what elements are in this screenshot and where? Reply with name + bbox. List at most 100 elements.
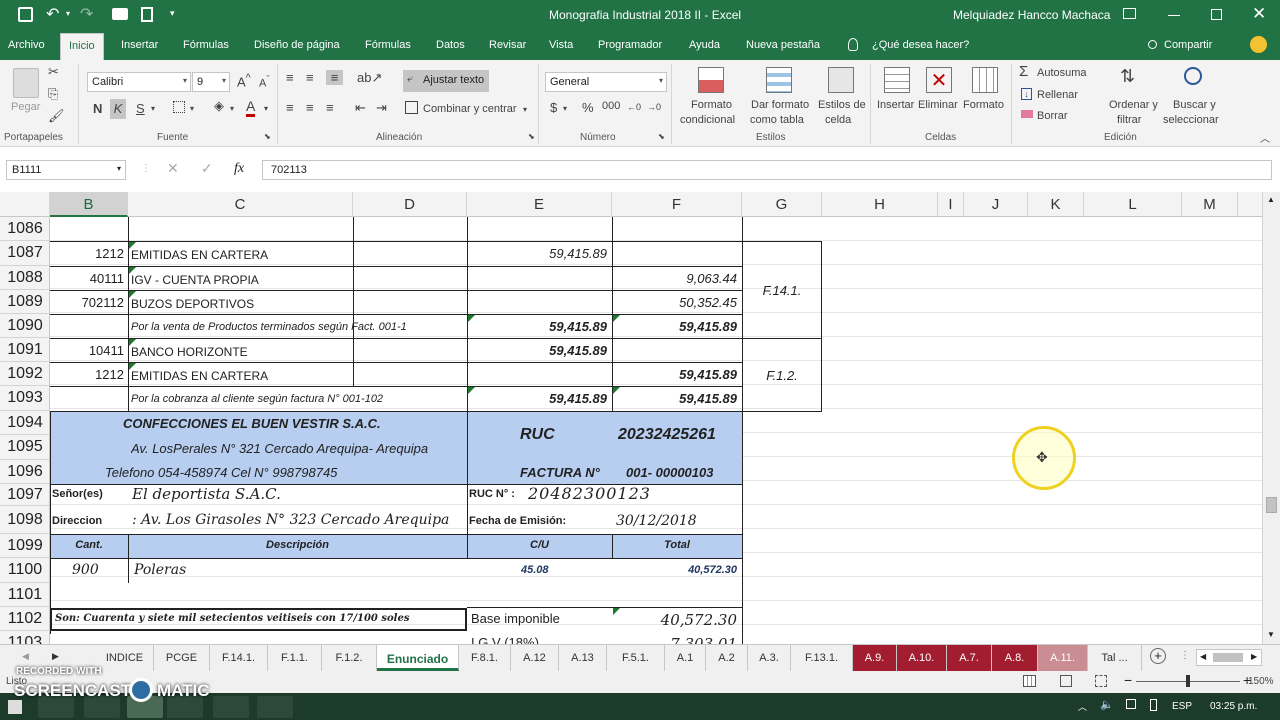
sheet-tab-red[interactable]: A.7. [947,645,992,671]
name-box[interactable]: B1111 ▾ [6,160,126,180]
fill-color-dropdown-icon[interactable]: ▾ [230,104,234,113]
invoice-ruc2[interactable]: 20482300123 [528,484,651,503]
invoice-address[interactable]: Av. LosPerales N° 321 Cercado Arequipa- … [131,441,467,456]
number-dialog-launcher-icon[interactable]: ⬊ [658,132,665,141]
autosum-button[interactable]: Autosuma [1037,67,1087,79]
paste-button[interactable]: Pegar [11,101,40,113]
accounting-format-icon[interactable]: $ [550,100,557,115]
cell-styles-button[interactable]: Estilos de [818,99,866,111]
invoice-senores[interactable]: El deportista S.A.C. [132,485,467,503]
tab-revisar[interactable]: Revisar [489,39,526,51]
row-header[interactable]: 1092 [0,362,49,386]
tab-programador[interactable]: Programador [598,39,662,51]
invoice-item-total[interactable]: 40,572.30 [616,564,737,576]
underline-dropdown-icon[interactable]: ▾ [151,104,155,113]
sort-filter-button[interactable]: Ordenar y [1109,99,1158,111]
row-header[interactable]: 1095 [0,435,49,460]
sheet-tab[interactable]: F.5.1. [607,645,665,671]
ledger-debe[interactable]: 59,415.89 [470,246,607,261]
column-header-g[interactable]: G [742,192,822,217]
column-header-c[interactable]: C [128,192,353,217]
taskbar-recorder[interactable] [257,696,293,718]
alignment-dialog-launcher-icon[interactable]: ⬊ [528,132,535,141]
tray-network-icon[interactable] [1126,699,1136,709]
ledger-haber-total[interactable]: 59,415.89 [616,391,737,406]
ledger-code[interactable]: 40111 [50,271,124,286]
page-break-icon[interactable] [1095,675,1107,687]
ledger-desc[interactable]: BUZOS DEPORTIVOS [131,297,351,311]
sheet-tab-active[interactable]: Enunciado [377,645,459,671]
open-folder-icon[interactable] [112,8,128,20]
ledger-glosa[interactable]: Por la venta de Productos terminados seg… [131,321,467,333]
clipboard-icon[interactable] [13,68,39,98]
ledger-glosa[interactable]: Por la cobranza al cliente según factura… [131,393,467,405]
page-layout-icon[interactable] [1060,675,1072,687]
column-header-l[interactable]: L [1084,192,1182,217]
clear-icon[interactable] [1021,110,1033,118]
save-icon[interactable] [18,7,33,22]
invoice-son[interactable]: Son: Cuarenta y siete mil setecientos ve… [55,613,465,624]
sheet-tab-red[interactable]: A.9. [853,645,897,671]
ledger-code[interactable]: 10411 [50,343,124,358]
ribbon-display-icon[interactable] [1123,8,1136,19]
font-name-combo[interactable]: Calibri ▾ [87,72,191,92]
scroll-down-icon[interactable]: ▼ [1267,630,1275,639]
sheet-tab[interactable]: A.13 [559,645,607,671]
format-painter-icon[interactable]: 🖌 [48,108,65,124]
row-header[interactable]: 1093 [0,386,49,411]
normal-view-icon[interactable] [1023,675,1036,687]
tab-scroll-right-icon[interactable]: ▶ [52,651,59,662]
tab-diseno-pagina[interactable]: Diseño de página [254,39,340,51]
delete-cells-button[interactable]: Eliminar [918,99,958,111]
align-right-icon[interactable]: ≡ [326,100,334,115]
font-size-combo[interactable]: 9 ▾ [192,72,230,92]
row-header[interactable]: 1089 [0,290,49,314]
horizontal-scroll-thumb[interactable] [1213,653,1243,662]
borders-dropdown-icon[interactable]: ▾ [190,104,194,113]
tell-me-search[interactable]: ¿Qué desea hacer? [872,39,969,51]
invoice-ruc[interactable]: 20232425261 [618,426,716,444]
row-header[interactable]: 1103 [0,631,49,644]
tab-archivo[interactable]: Archivo [8,39,45,51]
share-button[interactable]: Compartir [1164,39,1212,51]
bold-button[interactable]: N [93,101,102,116]
cancel-entry-icon[interactable]: ✕ [167,160,179,177]
row-header[interactable]: 1097 [0,484,49,506]
borders-icon[interactable] [173,101,185,113]
format-as-table-button[interactable]: Dar formato [751,99,809,111]
column-header-i[interactable]: I [938,192,964,217]
number-format-combo[interactable]: General ▾ [545,72,667,92]
hscroll-left-icon[interactable]: ◀ [1200,652,1206,661]
grow-font-icon[interactable]: A^ [237,72,251,89]
minimize-icon[interactable] [1168,15,1180,16]
accounting-dropdown-icon[interactable]: ▾ [563,104,567,113]
italic-button[interactable]: K [110,99,126,119]
sheet-tab[interactable]: A.3. [748,645,791,671]
formula-input[interactable]: 702113 [262,160,1272,180]
copy-icon[interactable]: ⎘ [48,86,58,102]
tab-insertar[interactable]: Insertar [121,39,158,51]
merge-center-button[interactable]: Combinar y centrar [423,103,517,115]
select-all-corner[interactable] [0,192,50,217]
cut-icon[interactable]: ✂ [48,64,59,80]
ledger-code[interactable]: 1212 [50,367,124,382]
hscroll-right-icon[interactable]: ▶ [1251,652,1257,661]
ledger-desc[interactable]: BANCO HORIZONTE [131,345,351,359]
tab-ayuda[interactable]: Ayuda [689,39,720,51]
align-center-icon[interactable]: ≡ [306,100,314,115]
clear-button[interactable]: Borrar [1037,110,1068,122]
sheet-tab[interactable]: F.8.1. [459,645,511,671]
sheet-tab[interactable]: A.2 [706,645,748,671]
sheet-tab-red[interactable]: A.10. [897,645,947,671]
invoice-phone[interactable]: Telefono 054-458974 Cel N° 998798745 [105,465,467,480]
scroll-up-icon[interactable]: ▲ [1267,195,1275,204]
column-header-j[interactable]: J [964,192,1028,217]
percent-icon[interactable]: % [582,100,594,115]
row-header[interactable]: 1087 [0,241,49,266]
column-header-b[interactable]: B [50,192,128,217]
invoice-factura[interactable]: 001- 00000103 [626,465,713,480]
row-header[interactable]: 1100 [0,558,49,583]
merge-center-icon[interactable] [405,101,418,114]
ledger-haber[interactable]: 59,415.89 [616,367,737,382]
sheet-tab-red[interactable]: A.8. [992,645,1038,671]
